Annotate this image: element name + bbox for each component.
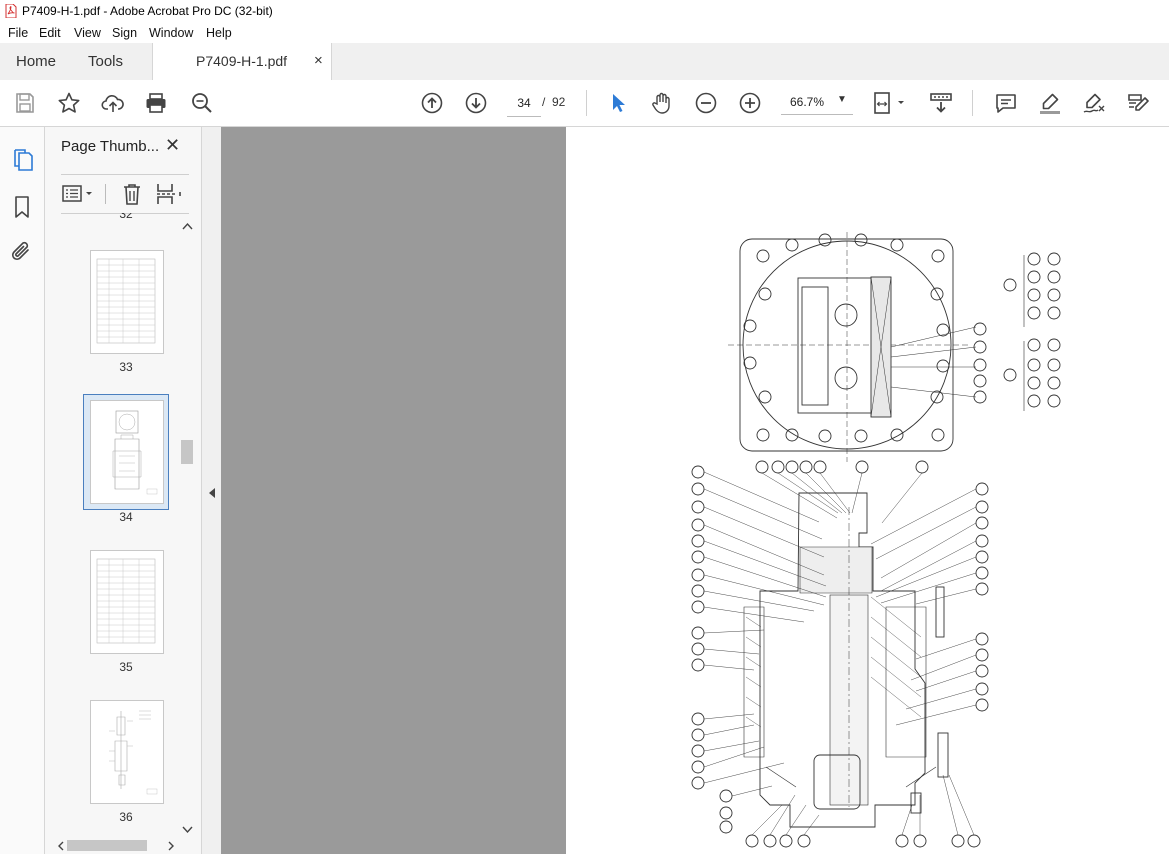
page-preview xyxy=(109,710,158,795)
select-pointer-icon[interactable] xyxy=(606,91,630,115)
thumbnail-label: 34 xyxy=(119,510,133,524)
zoom-in-icon[interactable] xyxy=(738,91,762,115)
page-preview xyxy=(96,558,156,644)
fit-page-icon[interactable] xyxy=(872,91,908,115)
zoom-value: 66.7% xyxy=(790,95,825,109)
menu-window[interactable]: Window xyxy=(149,26,193,40)
print-icon[interactable] xyxy=(144,91,168,115)
insert-icon[interactable] xyxy=(155,182,183,206)
thumbnail-page[interactable] xyxy=(90,550,164,654)
star-icon[interactable] xyxy=(57,91,81,115)
panel-title: Page Thumb... xyxy=(61,138,160,155)
pages-icon[interactable] xyxy=(12,148,34,172)
zoom-dropdown[interactable]: 66.7% ▼ xyxy=(781,90,853,115)
thumbnails-horizontal-scrollbar[interactable] xyxy=(55,838,195,853)
thumbnails-vertical-scrollbar[interactable] xyxy=(180,220,195,836)
prev-page-icon[interactable] xyxy=(420,91,444,115)
document-page[interactable] xyxy=(566,127,1169,854)
zoom-out-icon[interactable] xyxy=(694,91,718,115)
technical-drawing xyxy=(691,232,1061,848)
zoom-search-icon[interactable] xyxy=(190,91,214,115)
highlight-icon[interactable] xyxy=(1038,91,1062,115)
panel-divider xyxy=(105,184,106,204)
close-panel-icon[interactable]: ✕ xyxy=(165,135,180,156)
scroll-mode-icon[interactable] xyxy=(929,91,953,115)
scroll-left-icon[interactable] xyxy=(57,841,65,851)
toolbar: / 92 66.7% ▼ xyxy=(0,80,1169,127)
page-total: 92 xyxy=(552,95,566,109)
thumb-options-icon[interactable] xyxy=(61,183,97,205)
menu-bar: File Edit View Sign Window Help xyxy=(0,22,1169,43)
thumbnail-label: 35 xyxy=(119,660,133,674)
scroll-thumb[interactable] xyxy=(67,840,147,851)
panel-collapse-strip[interactable] xyxy=(201,127,222,854)
close-tab-icon[interactable]: × xyxy=(314,52,323,69)
document-tab-label: P7409-H-1.pdf xyxy=(196,53,288,69)
next-page-icon[interactable] xyxy=(464,91,488,115)
upload-icon[interactable] xyxy=(101,91,125,115)
thumbnail-page-selected[interactable] xyxy=(90,400,164,504)
tab-bar: Home Tools P7409-H-1.pdf × xyxy=(0,43,1169,81)
chevron-down-icon: ▼ xyxy=(837,94,847,105)
panel-toolbar xyxy=(61,174,189,214)
toolbar-divider xyxy=(972,90,973,116)
thumbnail-label: 36 xyxy=(119,810,133,824)
save-icon[interactable] xyxy=(13,91,37,115)
menu-edit[interactable]: Edit xyxy=(39,26,61,40)
comment-icon[interactable] xyxy=(994,91,1018,115)
hand-icon[interactable] xyxy=(650,91,674,115)
tab-tools[interactable]: Tools xyxy=(88,53,123,70)
document-background xyxy=(221,127,566,854)
menu-help[interactable]: Help xyxy=(206,26,232,40)
menu-sign[interactable]: Sign xyxy=(112,26,137,40)
tab-document[interactable]: P7409-H-1.pdf × xyxy=(152,43,332,80)
tab-home[interactable]: Home xyxy=(16,53,56,70)
delete-icon[interactable] xyxy=(121,182,143,206)
toolbar-divider xyxy=(586,90,587,116)
menu-view[interactable]: View xyxy=(74,26,101,40)
thumbnail-label: 33 xyxy=(119,360,133,374)
scroll-down-icon[interactable] xyxy=(182,826,193,834)
pdf-icon xyxy=(5,4,17,18)
attachment-icon[interactable] xyxy=(11,240,33,264)
scroll-up-icon[interactable] xyxy=(182,222,193,230)
thumbnail-page[interactable] xyxy=(90,250,164,354)
scroll-thumb[interactable] xyxy=(181,440,193,464)
menu-file[interactable]: File xyxy=(8,26,28,40)
page-separator: / xyxy=(542,95,546,109)
bookmark-icon[interactable] xyxy=(13,195,31,219)
page-preview xyxy=(96,258,156,344)
page-preview xyxy=(112,410,158,495)
fill-sign-icon[interactable] xyxy=(1082,91,1106,115)
thumbnail-label: 32 xyxy=(119,213,133,221)
navigation-rail xyxy=(0,127,45,854)
collapse-left-icon[interactable] xyxy=(208,487,216,499)
thumbnails-panel: Page Thumb... ✕ 32 33 34 35 36 xyxy=(45,127,201,854)
page-number-input[interactable] xyxy=(507,90,541,117)
thumbnail-page[interactable] xyxy=(90,700,164,804)
scroll-right-icon[interactable] xyxy=(167,841,175,851)
window-title: P7409-H-1.pdf - Adobe Acrobat Pro DC (32… xyxy=(22,4,273,18)
title-bar: P7409-H-1.pdf - Adobe Acrobat Pro DC (32… xyxy=(0,0,1169,22)
edit-pdf-icon[interactable] xyxy=(1126,91,1150,115)
